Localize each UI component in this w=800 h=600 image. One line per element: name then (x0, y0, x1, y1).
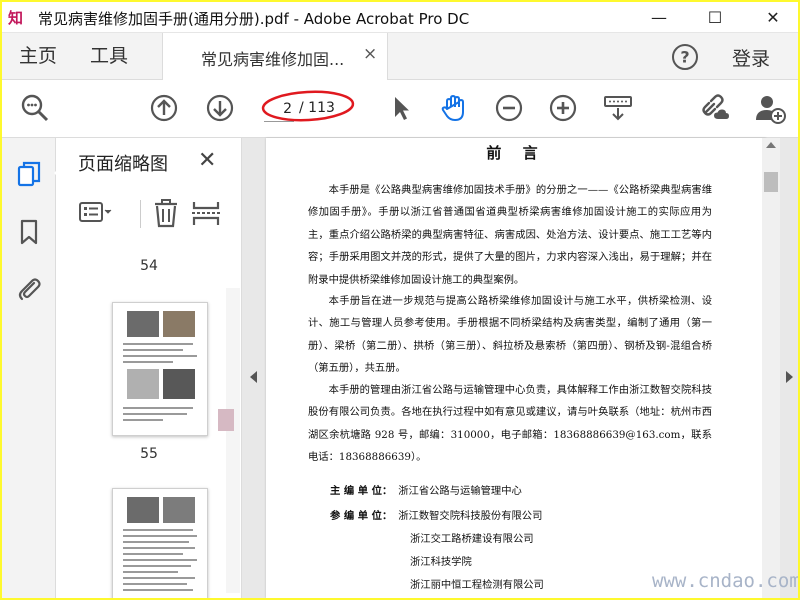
window-title: 常见病害维修加固手册(通用分册).pdf - Adobe Acrobat Pro… (38, 10, 470, 28)
page-up-icon[interactable] (148, 92, 180, 124)
tab-bar: 主页 工具 常见病害维修加固... × ? 登录 (2, 33, 798, 81)
page-heading: 前 言 (486, 144, 546, 162)
bookmark-icon[interactable] (15, 218, 43, 246)
page-thumbnail[interactable] (112, 302, 208, 436)
collapse-left-panel-icon[interactable] (250, 371, 257, 383)
co-unit: 浙江数智交院科技股份有限公司 (398, 510, 543, 522)
tab-document[interactable]: 常见病害维修加固... × (162, 33, 388, 81)
co-unit: 浙江交工路桥建设有限公司 (410, 533, 534, 545)
hand-icon[interactable] (438, 92, 470, 124)
minimize-button[interactable]: — (636, 2, 682, 33)
pdf-page: 前 言 本手册是《公路典型病害维修加固技术手册》的分册之一——《公路桥梁典型病害… (266, 138, 766, 598)
app-logo-icon: 知 (8, 9, 23, 27)
site-watermark: www.cndao.com (652, 570, 798, 592)
zoom-out-search-icon[interactable] (19, 92, 51, 124)
paragraph: 本手册的管理由浙江省公路与运输管理中心负责，具体解释工作由浙江数智交院科技股份有… (308, 384, 712, 464)
red-annotation-ellipse (261, 90, 355, 122)
zoom-plus-icon[interactable] (547, 92, 579, 124)
document-scrollbar[interactable] (762, 138, 780, 598)
panel-toolbar-divider (140, 200, 141, 228)
chief-unit-row: 主 编 单 位： 浙江省公路与运输管理中心 (330, 482, 522, 497)
extract-pages-icon[interactable] (188, 198, 224, 228)
attachment-icon[interactable] (15, 274, 43, 302)
page-thumbnail[interactable] (112, 488, 208, 598)
panel-scroll-thumb[interactable] (218, 409, 234, 431)
tab-home[interactable]: 主页 (19, 33, 57, 80)
close-panel-button[interactable]: ✕ (198, 148, 216, 173)
paragraph: 本手册旨在进一步规范与提高公路桥梁维修加固设计与施工水平，供桥梁检测、设计、施工… (308, 295, 712, 375)
document-tab-label: 常见病害维修加固... (201, 50, 345, 69)
navigation-rail (2, 138, 61, 598)
paragraph: 本手册是《公路典型病害维修加固技术手册》的分册之一——《公路桥梁典型病害维修加固… (308, 184, 712, 286)
thumbnail-panel: 页面缩略图 ✕ 54 55 (56, 138, 242, 598)
add-user-icon[interactable] (754, 92, 786, 124)
co-unit-row: 参 编 单 位： 浙江数智交院科技股份有限公司 (330, 507, 542, 522)
toolbar: / 113 (2, 80, 798, 138)
trash-icon[interactable] (148, 198, 184, 228)
svg-text:?: ? (680, 48, 689, 67)
page-down-icon[interactable] (204, 92, 236, 124)
keyboard-icon[interactable] (602, 92, 634, 124)
panel-scrollbar[interactable] (226, 288, 240, 593)
app-frame: 知 常见病害维修加固手册(通用分册).pdf - Adobe Acrobat P… (2, 2, 798, 598)
chief-unit-label: 主 编 单 位： (330, 485, 393, 497)
share-link-icon[interactable] (700, 92, 732, 124)
thumbnail-page-number: 54 (140, 258, 158, 274)
tab-tools[interactable]: 工具 (90, 33, 128, 80)
maximize-button[interactable]: ☐ (692, 2, 738, 33)
zoom-minus-icon[interactable] (493, 92, 525, 124)
help-icon[interactable]: ? (671, 43, 699, 71)
page-thumbnails-icon[interactable] (15, 160, 43, 188)
co-unit: 浙江丽中恒工程检测有限公司 (410, 579, 544, 591)
chief-unit: 浙江省公路与运输管理中心 (398, 485, 522, 497)
collapse-right-panel-icon[interactable] (786, 371, 793, 383)
co-unit: 浙江科技学院 (410, 556, 472, 568)
login-button[interactable]: 登录 (732, 44, 770, 71)
select-arrow-icon[interactable] (385, 92, 417, 124)
options-menu-icon[interactable] (78, 198, 114, 228)
thumbnail-page-number: 55 (140, 446, 158, 462)
scroll-up-arrow-icon[interactable] (766, 142, 776, 148)
document-viewport: 前 言 本手册是《公路典型病害维修加固技术手册》的分册之一——《公路桥梁典型病害… (242, 138, 798, 598)
co-unit-label: 参 编 单 位： (330, 510, 393, 522)
close-window-button[interactable]: ✕ (750, 2, 796, 33)
document-scroll-thumb[interactable] (764, 172, 778, 192)
close-tab-icon[interactable]: × (363, 44, 377, 64)
panel-title: 页面缩略图 (78, 154, 168, 175)
title-bar: 知 常见病害维修加固手册(通用分册).pdf - Adobe Acrobat P… (2, 2, 798, 33)
